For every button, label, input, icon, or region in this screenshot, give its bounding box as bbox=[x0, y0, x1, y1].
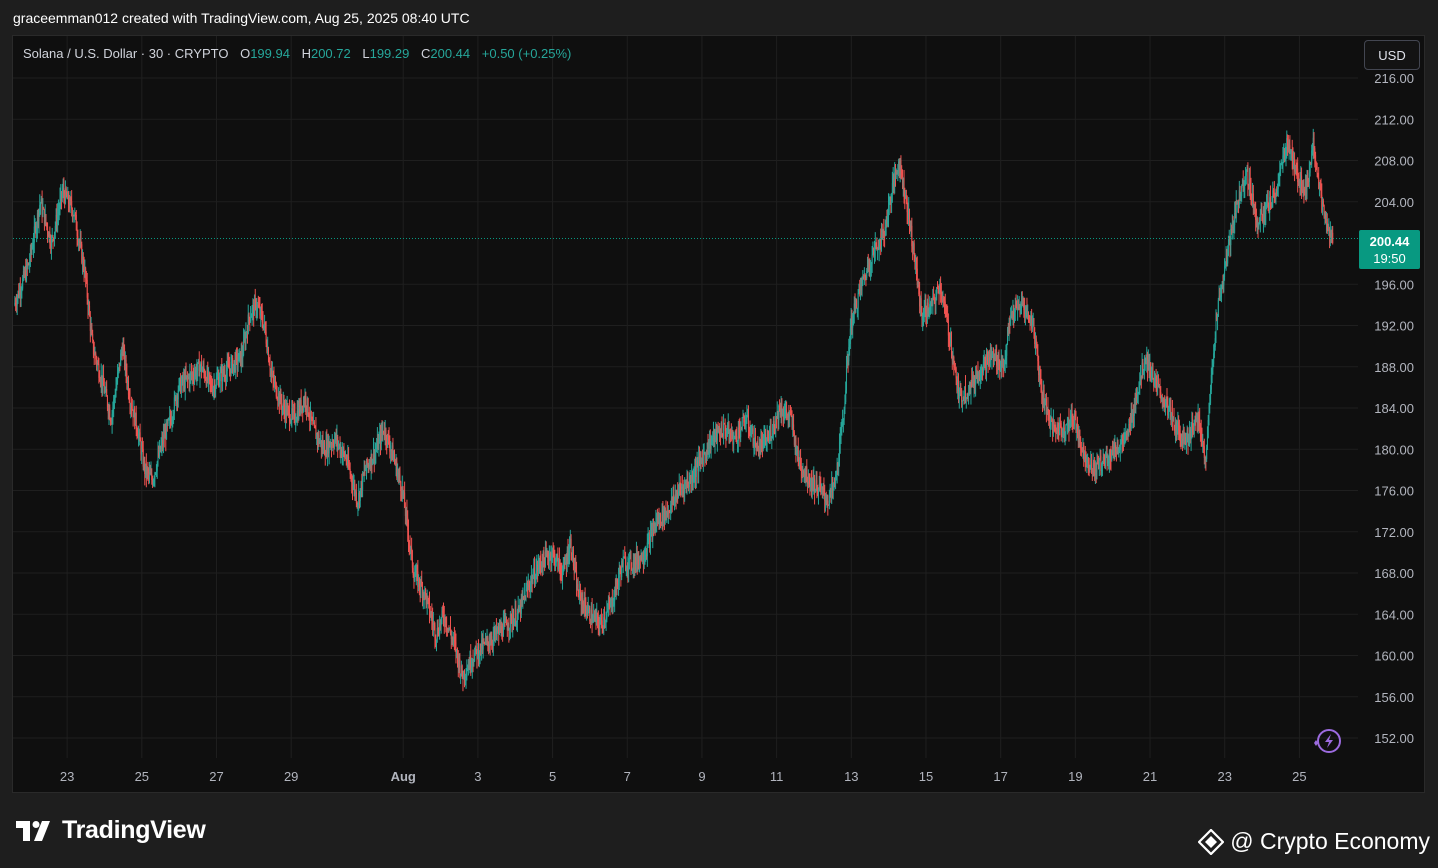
candle bbox=[741, 417, 743, 432]
time-tick-label: 21 bbox=[1143, 769, 1157, 784]
candle bbox=[622, 549, 624, 573]
price-tick-label: 192.00 bbox=[1374, 319, 1414, 334]
high-value: 200.72 bbox=[310, 46, 351, 61]
time-axis: 23 25 27 29 Aug 3 5 7 9 11 13 15 17 19 21 23 25 bbox=[60, 769, 1307, 784]
change-value: +0.50 (+0.25%) bbox=[481, 46, 572, 61]
price-tick-label: 196.00 bbox=[1374, 277, 1414, 292]
candle bbox=[1065, 424, 1067, 442]
price-tick-label: 180.00 bbox=[1374, 442, 1414, 457]
candle bbox=[1142, 358, 1144, 379]
price-axis: 216.00 212.00 208.00 204.00 196.00 192.00 188.… bbox=[1374, 71, 1414, 746]
candle bbox=[455, 633, 457, 664]
price-tick-label: 160.00 bbox=[1374, 649, 1414, 664]
price-tick-label: 156.00 bbox=[1374, 690, 1414, 705]
price-tick-label: 184.00 bbox=[1374, 401, 1414, 416]
candle bbox=[991, 347, 993, 370]
time-tick-label: 3 bbox=[474, 769, 481, 784]
close-value: 200.44 bbox=[430, 46, 471, 61]
currency-button[interactable]: USD bbox=[1364, 40, 1420, 70]
price-tick-label: 204.00 bbox=[1374, 195, 1414, 210]
time-tick-label: 17 bbox=[993, 769, 1007, 784]
price-tick-label: 188.00 bbox=[1374, 360, 1414, 375]
close-label: C bbox=[420, 46, 431, 61]
candle bbox=[1332, 225, 1334, 245]
candle bbox=[40, 201, 42, 215]
credit-watermark: @ Crypto Economy bbox=[1198, 828, 1430, 855]
candle bbox=[106, 380, 108, 397]
candle bbox=[1171, 399, 1173, 431]
lightning-icon[interactable] bbox=[1314, 729, 1341, 753]
price-tick-label: 164.00 bbox=[1374, 607, 1414, 622]
time-tick-label: 7 bbox=[624, 769, 631, 784]
ohlc-legend: Solana / U.S. Dollar · 30 · CRYPTO O199.… bbox=[23, 46, 571, 61]
low-value: 199.29 bbox=[369, 46, 410, 61]
chart-canvas[interactable]: 216.00 212.00 208.00 204.00 196.00 192.00 188.… bbox=[13, 36, 1424, 792]
candle bbox=[399, 466, 401, 483]
price-tick-label: 208.00 bbox=[1374, 154, 1414, 169]
chart-panel[interactable]: 216.00 212.00 208.00 204.00 196.00 192.00 188.… bbox=[12, 35, 1425, 793]
high-label: H bbox=[301, 46, 311, 61]
price-tick-label: 172.00 bbox=[1374, 525, 1414, 540]
candle bbox=[328, 435, 330, 465]
low-label: L bbox=[362, 46, 370, 61]
candle bbox=[961, 400, 963, 413]
crypto-economy-logo-icon bbox=[1198, 828, 1225, 855]
bar-countdown: 19:50 bbox=[1373, 250, 1406, 266]
time-tick-label: 19 bbox=[1068, 769, 1082, 784]
time-tick-label: 29 bbox=[284, 769, 298, 784]
candle bbox=[131, 398, 133, 411]
time-tick-label: 13 bbox=[844, 769, 858, 784]
price-tick-label: 152.00 bbox=[1374, 731, 1414, 746]
time-tick-label: 23 bbox=[60, 769, 74, 784]
candle bbox=[1235, 190, 1237, 223]
time-tick-label: 9 bbox=[698, 769, 705, 784]
candle bbox=[733, 431, 735, 454]
last-price-value: 200.44 bbox=[1369, 233, 1410, 249]
time-tick-label: 15 bbox=[919, 769, 933, 784]
brand-name: TradingView bbox=[62, 816, 206, 844]
time-tick-label: Aug bbox=[391, 769, 416, 784]
candle bbox=[740, 421, 742, 443]
time-tick-label: 5 bbox=[549, 769, 556, 784]
candle bbox=[1247, 162, 1249, 197]
price-tick-label: 168.00 bbox=[1374, 566, 1414, 581]
price-tick-label: 212.00 bbox=[1374, 112, 1414, 127]
symbol-title[interactable]: Solana / U.S. Dollar · 30 · CRYPTO bbox=[23, 46, 228, 61]
time-tick-label: 23 bbox=[1217, 769, 1231, 784]
last-price-label: 200.44 19:50 bbox=[1359, 230, 1420, 269]
time-tick-label: 25 bbox=[135, 769, 149, 784]
open-value: 199.94 bbox=[250, 46, 290, 61]
credit-text: @ Crypto Economy bbox=[1230, 828, 1430, 854]
time-tick-label: 27 bbox=[209, 769, 223, 784]
open-label: O bbox=[240, 46, 251, 61]
candle bbox=[723, 414, 725, 445]
price-tick-label: 176.00 bbox=[1374, 484, 1414, 499]
candle bbox=[523, 582, 525, 604]
candle bbox=[856, 298, 858, 309]
tradingview-logo-icon bbox=[16, 820, 50, 841]
tradingview-brand[interactable]: TradingView bbox=[16, 816, 206, 845]
chart-caption: graceemman012 created with TradingView.c… bbox=[13, 10, 470, 26]
candles bbox=[14, 128, 1334, 692]
candle bbox=[1006, 343, 1008, 368]
candle bbox=[1241, 184, 1243, 202]
candle bbox=[52, 234, 54, 250]
time-tick-label: 25 bbox=[1292, 769, 1306, 784]
candle bbox=[1217, 297, 1219, 317]
price-tick-label: 216.00 bbox=[1374, 71, 1414, 86]
candle bbox=[1152, 362, 1154, 380]
candle bbox=[482, 630, 484, 659]
time-tick-label: 11 bbox=[770, 769, 784, 784]
candle bbox=[197, 362, 199, 382]
